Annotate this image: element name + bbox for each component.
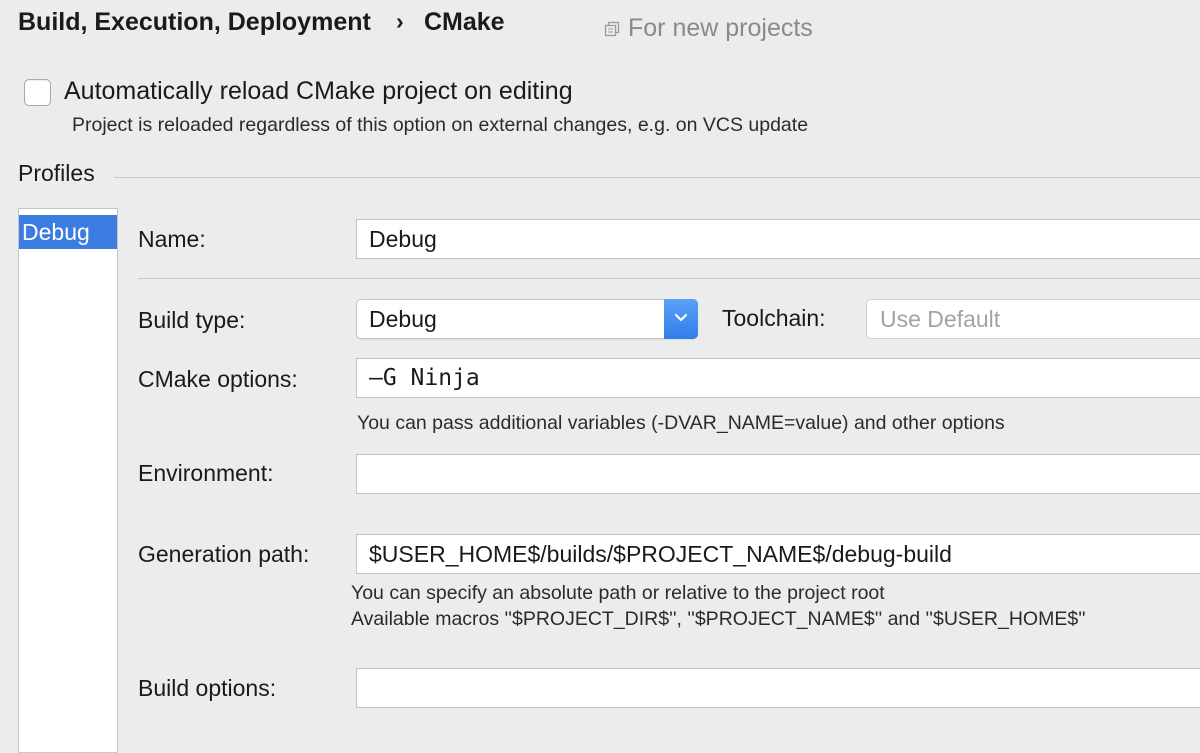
toolchain-select[interactable]: Use Default: [866, 299, 1200, 339]
toolchain-label: Toolchain:: [722, 305, 826, 331]
build-type-label: Build type:: [138, 307, 246, 333]
auto-reload-checkbox[interactable]: [24, 79, 51, 106]
page-title: CMake: [424, 8, 505, 36]
build-type-dropdown-button[interactable]: [664, 299, 698, 339]
form-divider: [138, 278, 1200, 279]
build-options-input[interactable]: [356, 668, 1200, 708]
environment-label: Environment:: [138, 460, 274, 486]
cmake-options-label: CMake options:: [138, 366, 298, 392]
cmake-options-hint: You can pass additional variables (-DVAR…: [357, 412, 1005, 434]
breadcrumb-separator: ›: [396, 8, 404, 34]
name-input[interactable]: Debug: [356, 219, 1200, 259]
generation-path-label: Generation path:: [138, 541, 310, 567]
profiles-divider: [114, 177, 1200, 178]
build-type-value: Debug: [369, 306, 437, 332]
name-label: Name:: [138, 226, 206, 252]
chevron-down-icon: [674, 313, 688, 322]
available-macros-hint: Available macros ''$PROJECT_DIR$'', ''$P…: [351, 608, 1086, 630]
auto-reload-hint: Project is reloaded regardless of this o…: [72, 114, 809, 136]
breadcrumb-parent: Build, Execution, Deployment: [18, 8, 371, 36]
scope-label: For new projects: [628, 14, 813, 42]
environment-input[interactable]: [356, 454, 1200, 494]
generation-path-hint: You can specify an absolute path or rela…: [351, 582, 885, 604]
profile-item-debug[interactable]: Debug: [19, 215, 117, 249]
generation-path-input[interactable]: $USER_HOME$/builds/$PROJECT_NAME$/debug-…: [356, 534, 1200, 574]
profiles-section-title: Profiles: [18, 160, 95, 186]
build-type-select[interactable]: Debug: [356, 299, 698, 339]
copy-icon: [604, 21, 620, 37]
auto-reload-label[interactable]: Automatically reload CMake project on ed…: [64, 77, 573, 106]
cmake-options-input[interactable]: –G Ninja: [356, 358, 1200, 398]
profile-list[interactable]: Debug: [18, 208, 118, 753]
build-options-label: Build options:: [138, 675, 277, 701]
